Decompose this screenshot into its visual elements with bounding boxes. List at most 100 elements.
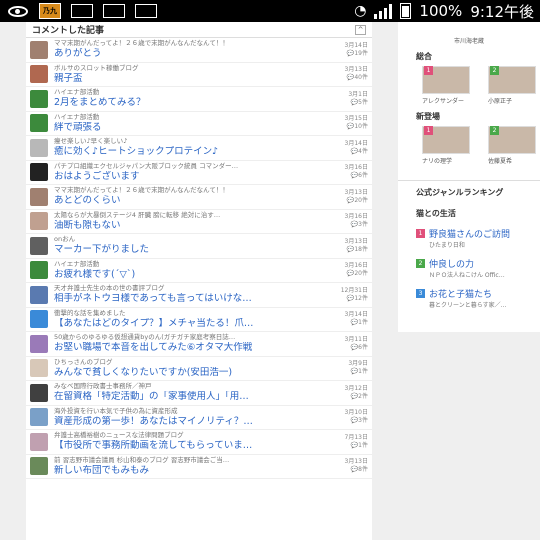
article-row[interactable]: 弁護士高橋裕樹のニュースな法律問題ブログ 【市役所で事務所動画を流してもらってい… — [26, 430, 372, 455]
ranked-user[interactable]: 2 小原正子 — [488, 66, 540, 105]
article-title[interactable]: お疲れ様です(´▽`) — [54, 269, 324, 281]
article-meta: 3月13日 💬18件 — [324, 238, 368, 254]
blogger-avatar[interactable] — [30, 89, 48, 108]
ranked-user[interactable]: 2 佐藤夏希 — [488, 126, 540, 165]
article-title[interactable]: 油断も隙もない — [54, 220, 324, 232]
article-title[interactable]: お堅い職場で本音を出してみた⑥オタマ大作戦 — [54, 342, 324, 354]
genre-ranking-item[interactable]: 2 仲良しの力 ＮＰＯ法人ねこけん Offic… — [416, 257, 540, 279]
comment-count: 💬6件 — [324, 344, 368, 352]
blogger-avatar[interactable] — [30, 285, 48, 304]
blogger-avatar[interactable] — [30, 187, 48, 206]
blog-name[interactable]: 海外投資を行い本気で子供の為に資産形成 — [54, 407, 324, 416]
article-title[interactable]: 新しい布団でもみもみ — [54, 465, 324, 477]
genre-ranking-item[interactable]: 3 お花と子猫たち 暮とクリーンと暮らす家／… — [416, 287, 540, 309]
article-row[interactable]: ハイエナ部活動 お疲れ様です(´▽`) 3月16日 💬20件 — [26, 259, 372, 283]
blog-name[interactable]: ママ末期がんだってよ！２６歳で末期がんなんだなんて！！ — [54, 39, 324, 48]
genre-item-title[interactable]: 仲良しの力 — [429, 257, 474, 270]
article-title[interactable]: 2月をまとめてみる？ — [54, 97, 324, 109]
blog-name[interactable]: onおん — [54, 235, 324, 244]
comment-count: 💬4件 — [324, 148, 368, 156]
blogger-avatar[interactable] — [30, 163, 48, 182]
article-row[interactable]: ママ末期がんだってよ！２６歳で末期がんなんだなんて！！ あとどのくらい 3月13… — [26, 185, 372, 210]
article-row[interactable]: 痩せ楽しい♪早く楽しい♪ 癒に効く♪ヒートショックプロテイン♪ 3月14日 💬4… — [26, 136, 372, 161]
article-title[interactable]: 親子盃 — [54, 73, 324, 85]
article-title[interactable]: おはようございます — [54, 171, 324, 183]
rank-badge: 2 — [490, 126, 499, 135]
blog-name[interactable]: ボルサのスロット稼働ブログ — [54, 64, 324, 73]
genre-item-blog[interactable]: 暮とクリーンと暮らす家／… — [429, 300, 540, 309]
blog-name[interactable]: ママ末期がんだってよ！２６歳で末期がんなんだなんて！！ — [54, 186, 324, 195]
article-title[interactable]: あとどのくらい — [54, 195, 324, 207]
user-name[interactable]: ナリの理学 — [422, 156, 474, 165]
blogger-avatar[interactable] — [30, 408, 48, 427]
article-row[interactable]: 50歳からのゆるゆる仮想通貨byのん(ガチガチ家庭考察日誌… お堅い職場で本音を… — [26, 332, 372, 357]
blog-name[interactable]: ハイエナ部活動 — [54, 113, 324, 122]
genre-ranking-item[interactable]: 1 野良猫さんのご訪問 ひたまり日和 — [416, 227, 540, 249]
article-row[interactable]: ボルサのスロット稼働ブログ 親子盃 3月13日 💬40件 — [26, 63, 372, 87]
blogger-avatar[interactable] — [30, 334, 48, 353]
article-title[interactable]: 絆で頑張る — [54, 122, 324, 134]
blogger-avatar[interactable] — [30, 236, 48, 255]
blogger-avatar[interactable] — [30, 457, 48, 476]
article-date: 3月13日 — [344, 188, 368, 196]
top-blogger-name[interactable]: 市川海老蔵 — [398, 36, 540, 45]
blog-name[interactable]: 前 習志野市議会議員 杉山和泰のブログ 習志野市議会ご当… — [54, 456, 324, 465]
article-row[interactable]: 太陽ならが大暴倒ステージ4 肝臓 膀に転移 絶対に治す… 油断も隙もない 3月1… — [26, 210, 372, 234]
user-name[interactable]: 佐藤夏希 — [488, 156, 540, 165]
article-title[interactable]: マーカー下がりました — [54, 244, 324, 256]
blog-name[interactable]: ひちっさんのブログ — [54, 358, 324, 367]
blog-name[interactable]: ハイエナ部活動 — [54, 260, 324, 269]
blogger-avatar[interactable] — [30, 114, 48, 133]
article-row[interactable]: ママ末期がんだってよ！２６歳で末期がんなんだなんて！！ ありがとう 3月14日 … — [26, 38, 372, 63]
article-meta: 3月14日 💬4件 — [324, 140, 368, 156]
article-title[interactable]: 【あなたはどのタイプ？】メチャ当たる！爪… — [54, 318, 324, 330]
blogger-avatar[interactable] — [30, 138, 48, 157]
article-row[interactable]: 海外投資を行い本気で子供の為に資産形成 資産形成の第一歩！あなたはマイノリティ？… — [26, 406, 372, 430]
blog-name[interactable]: 50歳からのゆるゆる仮想通貨byのん(ガチガチ家庭考察日誌… — [54, 333, 324, 342]
article-meta: 3月16日 💬3件 — [324, 213, 368, 229]
user-name[interactable]: 小原正子 — [488, 96, 540, 105]
article-row[interactable]: onおん マーカー下がりました 3月13日 💬18件 — [26, 234, 372, 259]
article-row[interactable]: みなべ国際行政書士事務所／神戸 在留資格「特定活動」の「家事使用人」「用… 3月… — [26, 381, 372, 406]
blogger-avatar[interactable] — [30, 432, 48, 451]
article-row[interactable]: 衝撃的な話を集めました 【あなたはどのタイプ？】メチャ当たる！爪… 3月14日 … — [26, 308, 372, 332]
article-row[interactable]: 天才弁護士先生の本の世の書評ブログ 相手がネトウヨ様であっても言ってはいけな… … — [26, 283, 372, 308]
article-title[interactable]: ありがとう — [54, 48, 324, 60]
blogger-avatar[interactable] — [30, 65, 48, 84]
article-title[interactable]: みんなで貧しくなりたいですか(安田浩一) — [54, 367, 324, 379]
article-title[interactable]: 資産形成の第一歩！あなたはマイノリティ？… — [54, 416, 324, 428]
blog-name[interactable]: 天才弁護士先生の本の世の書評ブログ — [54, 284, 324, 293]
article-row[interactable]: ハイエナ部活動 2月をまとめてみる？ 3月1日 💬5件 — [26, 87, 372, 112]
article-row[interactable]: ハイエナ部活動 絆で頑張る 3月15日 💬10件 — [26, 112, 372, 136]
article-title[interactable]: 相手がネトウヨ様であっても言ってはいけな… — [54, 293, 324, 305]
blog-name[interactable]: パチプロ組織エクセルジャパン大阪ブロック統員 コマンダー… — [54, 162, 324, 171]
rank-badge: 1 — [424, 126, 433, 135]
blog-name[interactable]: ハイエナ部活動 — [54, 88, 324, 97]
genre-item-title[interactable]: お花と子猫たち — [429, 287, 492, 300]
blogger-avatar[interactable] — [30, 383, 48, 402]
article-row[interactable]: ひちっさんのブログ みんなで貧しくなりたいですか(安田浩一) 3月9日 💬1件 — [26, 357, 372, 381]
user-name[interactable]: アレクサンダー — [422, 96, 474, 105]
ranking-users: 1 アレクサンダー 2 小原正子 — [422, 66, 540, 105]
ranked-user[interactable]: 1 アレクサンダー — [422, 66, 474, 105]
collapse-button[interactable]: ^ — [355, 24, 366, 35]
article-title[interactable]: 【市役所で事務所動画を流してもらっていま… — [54, 440, 324, 452]
blogger-avatar[interactable] — [30, 212, 48, 231]
blog-name[interactable]: 痩せ楽しい♪早く楽しい♪ — [54, 137, 324, 146]
blogger-avatar[interactable] — [30, 310, 48, 329]
article-title[interactable]: 癒に効く♪ヒートショックプロテイン♪ — [54, 146, 324, 158]
blogger-avatar[interactable] — [30, 261, 48, 280]
blog-name[interactable]: 太陽ならが大暴倒ステージ4 肝臓 膀に転移 絶対に治す… — [54, 211, 324, 220]
genre-item-title[interactable]: 野良猫さんのご訪問 — [429, 227, 510, 240]
blog-name[interactable]: みなべ国際行政書士事務所／神戸 — [54, 382, 324, 391]
genre-item-blog[interactable]: ＮＰＯ法人ねこけん Offic… — [429, 270, 540, 279]
blog-name[interactable]: 衝撃的な話を集めました — [54, 309, 324, 318]
article-title[interactable]: 在留資格「特定活動」の「家事使用人」「用… — [54, 391, 324, 403]
article-row[interactable]: 前 習志野市議会議員 杉山和泰のブログ 習志野市議会ご当… 新しい布団でもみもみ… — [26, 455, 372, 479]
blogger-avatar[interactable] — [30, 359, 48, 378]
blog-name[interactable]: 弁護士高橋裕樹のニュースな法律問題ブログ — [54, 431, 324, 440]
ranked-user[interactable]: 1 ナリの理学 — [422, 126, 474, 165]
genre-item-blog[interactable]: ひたまり日和 — [429, 240, 540, 249]
article-row[interactable]: パチプロ組織エクセルジャパン大阪ブロック統員 コマンダー… おはようございます … — [26, 161, 372, 185]
blogger-avatar[interactable] — [30, 40, 48, 59]
